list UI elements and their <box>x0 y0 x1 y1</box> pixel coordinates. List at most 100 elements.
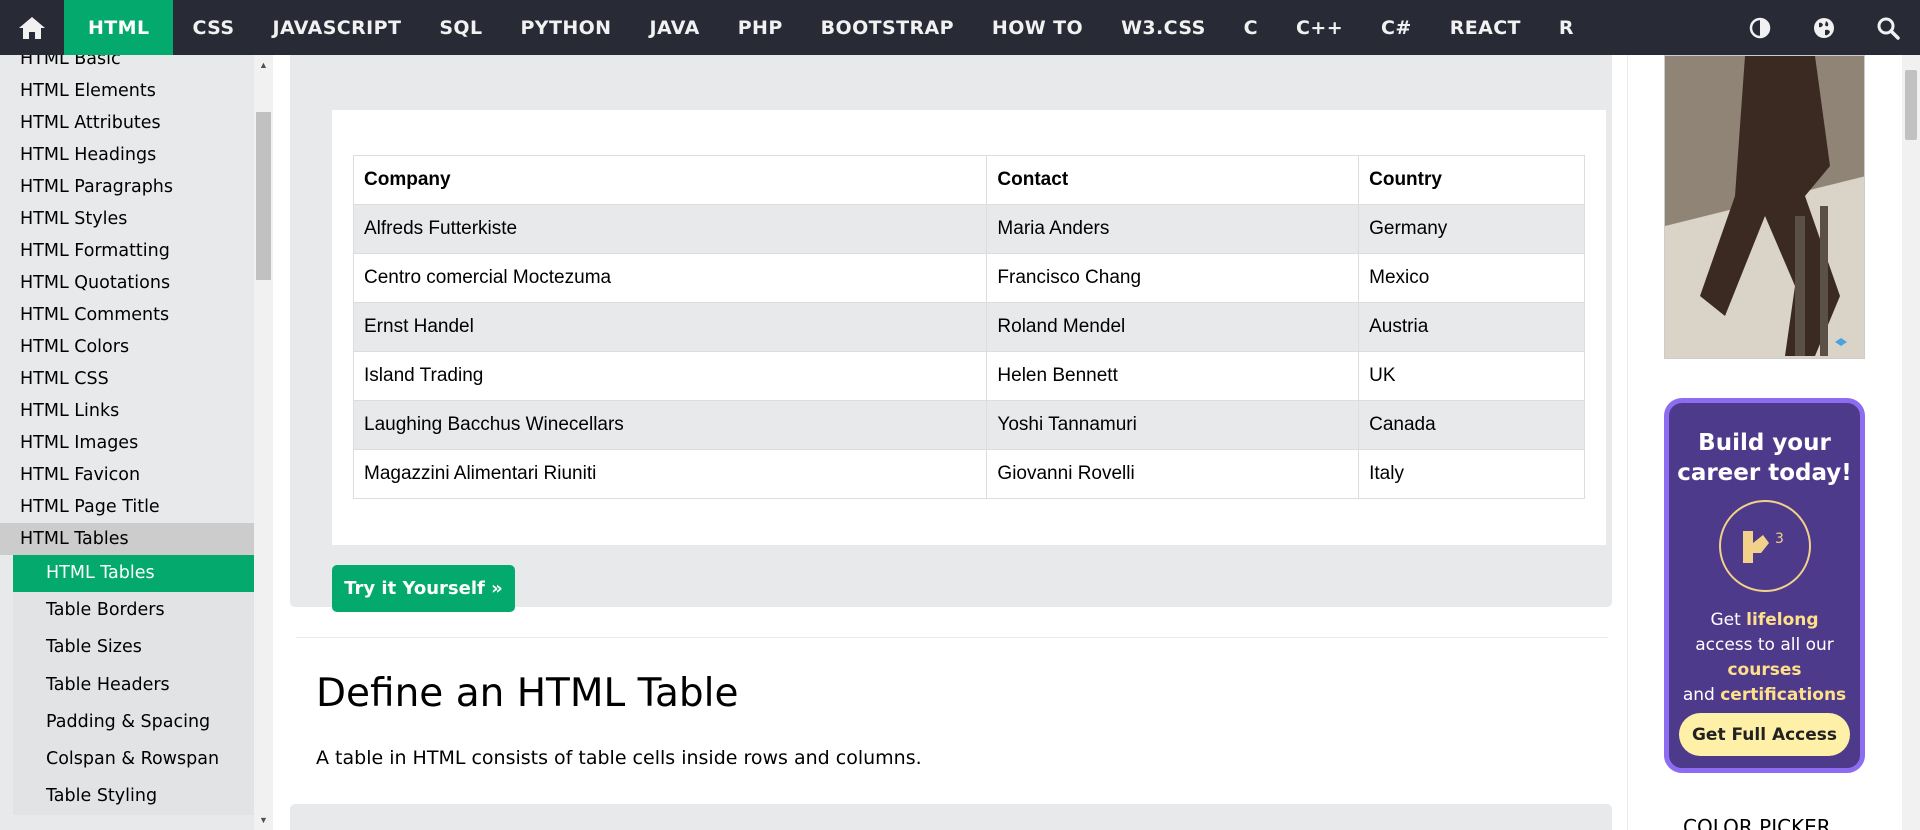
column-header-country: Country <box>1358 155 1585 205</box>
nav-item-react[interactable]: REACT <box>1431 0 1540 55</box>
table-cell: Canada <box>1358 400 1585 450</box>
sidebar-scroll-thumb[interactable] <box>256 112 271 280</box>
try-it-yourself-button[interactable]: Try it Yourself » <box>332 565 515 612</box>
sidebar-subitem-padding-spacing[interactable]: Padding & Spacing <box>13 703 254 741</box>
ad-body-text: Get lifelong access to all our courses a… <box>1669 608 1860 708</box>
table-row: Alfreds Futterkiste Maria Anders Germany <box>352 204 1585 254</box>
table-cell: Italy <box>1358 449 1585 499</box>
sidebar-item-html-attributes[interactable]: HTML Attributes <box>0 107 254 139</box>
svg-text:3: 3 <box>1775 531 1784 547</box>
sidebar-subitem-html-tables[interactable]: HTML Tables <box>13 555 254 593</box>
nav-item-java[interactable]: JAVA <box>630 0 718 55</box>
sidebar-subitem-colspan-rowspan[interactable]: Colspan & Rowspan <box>13 740 254 779</box>
sidebar-item-html-favicon[interactable]: HTML Favicon <box>0 459 254 491</box>
page-scrollbar[interactable] <box>1902 55 1920 830</box>
get-full-access-button[interactable]: Get Full Access <box>1679 713 1850 756</box>
example-panel: Company Contact Country Alfreds Futterkist… <box>290 55 1612 612</box>
sidebar-subitem-table-sizes[interactable]: Table Sizes <box>13 629 254 667</box>
nav-item-python[interactable]: PYTHON <box>501 0 630 55</box>
sidebar-item-html-comments[interactable]: HTML Comments <box>0 299 254 331</box>
table-cell: Centro comercial Moctezuma <box>352 253 988 303</box>
ad-text-and: and <box>1682 685 1721 705</box>
table-header-row: Company Contact Country <box>352 155 1585 205</box>
table-cell: Yoshi Tannamuri <box>986 400 1360 450</box>
table-cell: Island Trading <box>352 351 988 401</box>
sidebar-item-html-styles[interactable]: HTML Styles <box>0 203 254 235</box>
nav-item-css[interactable]: CSS <box>173 0 253 55</box>
sidebar-item-html-paragraphs[interactable]: HTML Paragraphs <box>0 171 254 203</box>
sidebar-item-html-page-title[interactable]: HTML Page Title <box>0 491 254 523</box>
main-content: Company Contact Country Alfreds Futterkist… <box>273 55 1627 830</box>
contrast-icon <box>1749 17 1771 38</box>
ad-headline: Build your career today! <box>1669 428 1860 488</box>
w3schools-badge-icon: 3 <box>1718 500 1811 592</box>
next-example-panel <box>290 804 1612 830</box>
theme-toggle-button[interactable] <box>1728 0 1792 55</box>
table-cell: Giovanni Rovelli <box>986 449 1360 499</box>
ad-headline-line2: career today! <box>1677 460 1852 486</box>
sidebar-item-html-colors[interactable]: HTML Colors <box>0 331 254 363</box>
sidebar-item-html-quotations[interactable]: HTML Quotations <box>0 267 254 299</box>
scroll-down-arrow-icon[interactable]: ▼ <box>254 812 273 828</box>
home-button[interactable] <box>0 0 64 55</box>
search-button[interactable] <box>1856 0 1920 55</box>
ad-text-access: access to all our <box>1695 635 1834 655</box>
nav-item-r[interactable]: R <box>1540 0 1593 55</box>
sidebar-subitem-table-borders[interactable]: Table Borders <box>13 592 254 630</box>
sidebar-subitem-table-headers[interactable]: Table Headers <box>13 666 254 704</box>
scroll-up-arrow-icon[interactable]: ▲ <box>254 57 273 73</box>
table-row: Centro comercial Moctezuma Francisco Chan… <box>352 253 1585 303</box>
nav-item-cpp[interactable]: C++ <box>1277 0 1362 55</box>
table-cell: UK <box>1358 351 1585 401</box>
table-cell: Francisco Chang <box>986 253 1360 303</box>
nav-item-w3-css[interactable]: W3.CSS <box>1102 0 1225 55</box>
language-button[interactable] <box>1792 0 1856 55</box>
home-icon <box>19 16 45 39</box>
table-row: Magazzini Alimentari Riuniti Giovanni Rov… <box>352 449 1585 499</box>
table-cell: Maria Anders <box>986 204 1360 254</box>
table-cell: Mexico <box>1358 253 1585 303</box>
section-paragraph: A table in HTML consists of table cells … <box>316 747 922 769</box>
sidebar-item-html-basic[interactable]: HTML Basic <box>0 55 254 75</box>
nav-item-csharp[interactable]: C# <box>1362 0 1431 55</box>
career-advertisement[interactable]: Build your career today! 3 Get lifelong … <box>1664 398 1865 773</box>
nav-item-php[interactable]: PHP <box>719 0 802 55</box>
sidebar-subitem-table-styling[interactable]: Table Styling <box>13 778 254 816</box>
ad-text-certifications: certifications <box>1720 685 1847 705</box>
nav-item-how-to[interactable]: HOW TO <box>973 0 1102 55</box>
column-header-company: Company <box>352 155 988 205</box>
search-icon <box>1877 17 1900 40</box>
nav-item-c[interactable]: C <box>1225 0 1277 55</box>
right-column: Build your career today! 3 Get lifelong … <box>1627 55 1902 830</box>
table-cell: Alfreds Futterkiste <box>352 204 988 254</box>
sidebar: HTML Basic HTML Elements HTML Attributes HT… <box>0 55 254 830</box>
sidebar-item-html-css[interactable]: HTML CSS <box>0 363 254 395</box>
nav-item-bootstrap[interactable]: BOOTSTRAP <box>802 0 973 55</box>
sidebar-scrollbar[interactable]: ▲ ▼ <box>254 55 273 830</box>
ad-text-get: Get <box>1710 610 1747 630</box>
table-cell: Germany <box>1358 204 1585 254</box>
companies-table: Company Contact Country Alfreds Futterkist… <box>352 155 1585 499</box>
color-picker-heading: COLOR PICKER <box>1683 815 1831 830</box>
table-cell: Ernst Handel <box>352 302 988 352</box>
sidebar-item-html-elements[interactable]: HTML Elements <box>0 75 254 107</box>
top-nav: HTML CSS JAVASCRIPT SQL PYTHON JAVA PHP BOOTSTR… <box>0 0 1920 55</box>
globe-icon <box>1814 17 1834 38</box>
table-row: Island Trading Helen Bennett UK <box>352 351 1585 401</box>
nav-item-javascript[interactable]: JAVASCRIPT <box>254 0 421 55</box>
nav-item-html[interactable]: HTML <box>64 0 174 55</box>
sidebar-item-html-headings[interactable]: HTML Headings <box>0 139 254 171</box>
sidebar-item-html-images[interactable]: HTML Images <box>0 427 254 459</box>
column-header-contact: Contact <box>986 155 1360 205</box>
page-scroll-thumb[interactable] <box>1905 70 1917 140</box>
sidebar-item-html-formatting[interactable]: HTML Formatting <box>0 235 254 267</box>
table-cell: Austria <box>1358 302 1585 352</box>
sidebar-section-html-tables[interactable]: HTML Tables <box>0 523 254 555</box>
ad-photo-image <box>1665 56 1864 358</box>
table-cell: Helen Bennett <box>986 351 1360 401</box>
ad-text-lifelong: lifelong <box>1746 610 1819 630</box>
photo-advertisement[interactable] <box>1664 55 1865 359</box>
sidebar-item-html-links[interactable]: HTML Links <box>0 395 254 427</box>
nav-item-sql[interactable]: SQL <box>420 0 501 55</box>
ad-headline-line1: Build your <box>1698 430 1831 456</box>
